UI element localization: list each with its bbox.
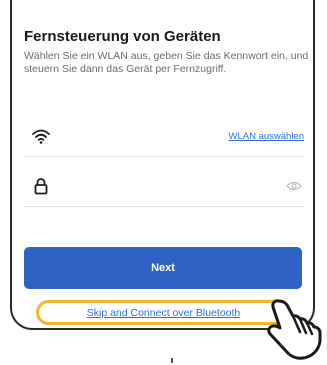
password-row[interactable] (24, 166, 304, 207)
wifi-row[interactable]: WLAN auswählen (24, 116, 304, 157)
eye-icon[interactable] (286, 180, 302, 192)
dialog-description: Wählen Sie ein WLAN aus, geben Sie das K… (24, 50, 309, 75)
next-button[interactable]: Next (24, 247, 302, 289)
skip-highlight: Skip and Connect over Bluetooth (36, 300, 291, 325)
decorative-mark (171, 358, 173, 363)
wifi-icon (32, 129, 50, 144)
pointing-hand-icon (267, 299, 322, 360)
select-wlan-link[interactable]: WLAN auswählen (228, 131, 304, 142)
dialog-title: Fernsteuerung von Geräten (24, 28, 221, 45)
skip-bluetooth-link[interactable]: Skip and Connect over Bluetooth (39, 307, 288, 319)
lock-icon (34, 178, 48, 195)
